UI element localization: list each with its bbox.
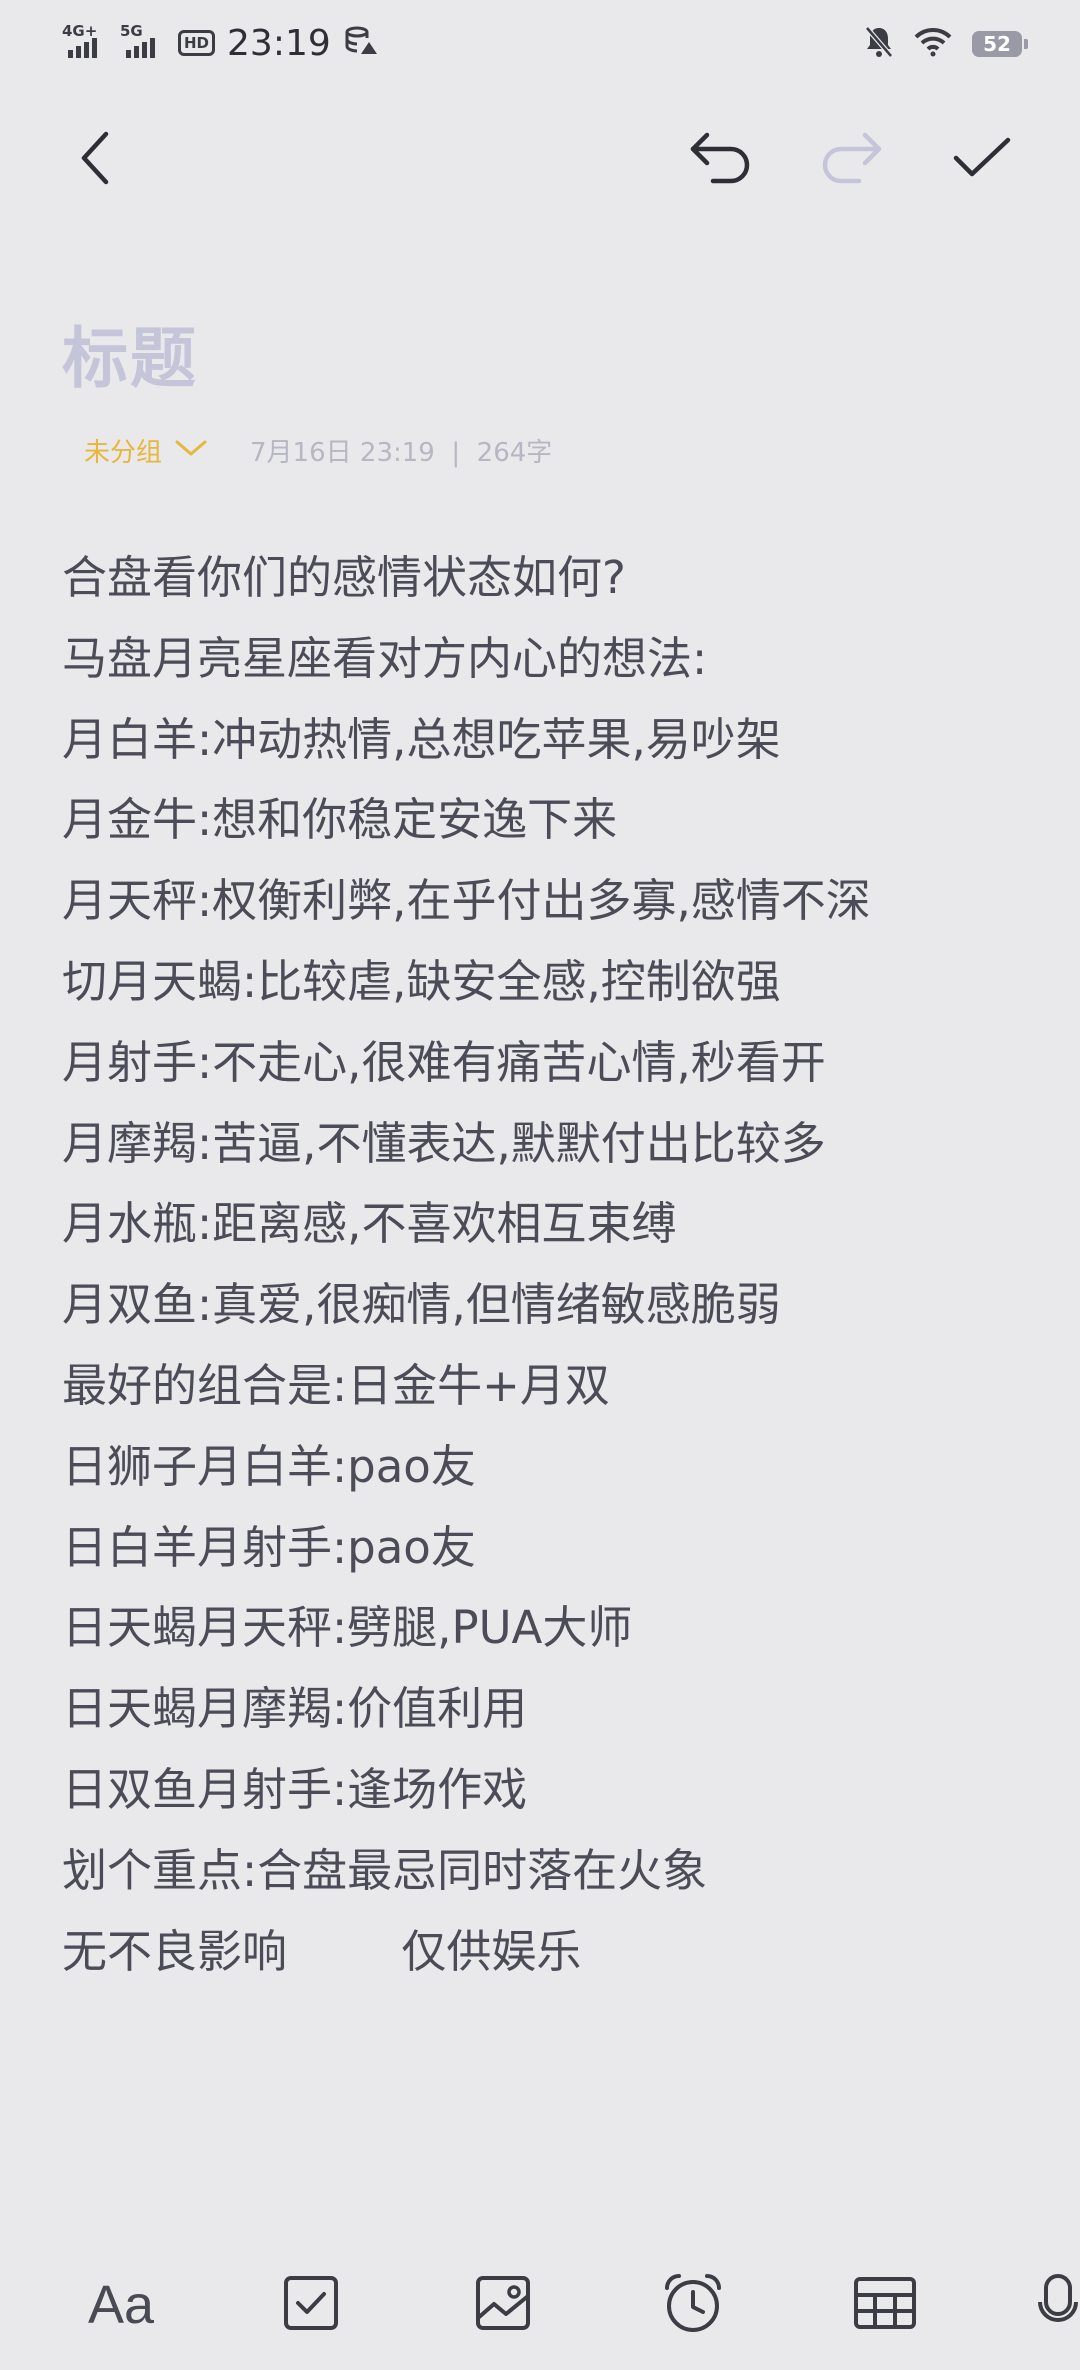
note-line: 月摩羯:苦逼,不懂表达,默默付出比较多 [62,1116,826,1170]
image-icon [474,2274,532,2336]
note-date-wordcount: 7月16日 23:19 | 264字 [250,437,553,468]
format-toolbar: Aa [0,2260,1080,2350]
note-line: 月射手:不走心,很难有痛苦心情,秒看开 [62,1035,826,1089]
note-meta: 未分组 7月16日 23:19 | 264字 [84,430,552,470]
checkbox-icon [282,2274,340,2336]
note-line: 合盘看你们的感情状态如何? [62,551,626,604]
note-line: 日天蝎月天秤:劈腿,PUA大师 [62,1601,633,1655]
bell-muted-icon [864,25,894,63]
note-body-editor[interactable]: 合盘看你们的感情状态如何? 马盘月亮星座看对方内心的想法: 月白羊:冲动热情,总… [62,538,1042,1992]
signal-icon: 4G+ [62,22,108,58]
note-line: 月双鱼:真爱,很痴情,但情绪敏感脆弱 [62,1278,781,1332]
group-selector[interactable]: 未分组 [84,432,208,469]
chevron-down-icon [174,435,208,465]
note-line: 无不良影响 仅供娱乐 [62,1924,582,1978]
reminder-button[interactable] [648,2260,738,2350]
redo-icon [819,131,885,189]
editor-toolbar [0,110,1080,210]
undo-icon [687,131,753,189]
note-line: 划个重点:合盘最忌同时落在火象 [62,1843,708,1897]
note-line: 日白羊月射手:pao友 [62,1520,476,1574]
back-button[interactable] [56,120,136,200]
microphone-icon [1036,2272,1080,2338]
redo-button[interactable] [812,120,892,200]
note-line: 月金牛:想和你稳定安逸下来 [62,793,618,847]
signal-icon: 5G [120,22,166,58]
note-line: 日天蝎月摩羯:价值利用 [62,1682,528,1736]
done-button[interactable] [942,120,1022,200]
note-line: 日双鱼月射手:逢场作戏 [62,1762,528,1816]
note-line: 马盘月亮星座看对方内心的想法: [62,631,708,685]
text-format-label: Aa [87,2275,155,2335]
battery-icon: 52 [972,31,1028,57]
note-line: 最好的组合是:日金牛+月双 [62,1358,610,1412]
status-right: 52 [864,24,1028,64]
hd-icon: HD [178,30,216,56]
network-type-label: 4G+ [62,22,98,40]
note-line: 切月天蝎:比较虐,缺安全感,控制欲强 [62,954,781,1008]
check-icon [952,134,1012,186]
insert-table-button[interactable] [840,2260,930,2350]
status-time: 23:19 [227,22,331,64]
status-left: 4G+ 5G HD 23:19 [62,22,377,64]
note-line: 月水瓶:距离感,不喜欢相互束缚 [62,1197,677,1251]
alarm-icon [661,2272,725,2338]
text-format-button[interactable]: Aa [76,2260,166,2350]
note-line: 月白羊:冲动热情,总想吃苹果,易吵架 [62,712,781,766]
status-bar: 4G+ 5G HD 23:19 52 [0,0,1080,86]
wifi-icon [914,27,952,61]
data-usage-icon [343,24,377,62]
back-icon [76,130,116,190]
network-type-label: 5G [120,22,143,40]
note-title-input[interactable]: 标题 [62,305,198,401]
note-line: 日狮子月白羊:pao友 [62,1439,476,1493]
voice-input-button[interactable] [1036,2260,1080,2350]
note-line: 月天秤:权衡利弊,在乎付出多寡,感情不深 [62,874,871,928]
table-icon [853,2276,917,2334]
group-label: 未分组 [84,437,163,468]
checklist-button[interactable] [266,2260,356,2350]
undo-button[interactable] [680,120,760,200]
insert-image-button[interactable] [458,2260,548,2350]
